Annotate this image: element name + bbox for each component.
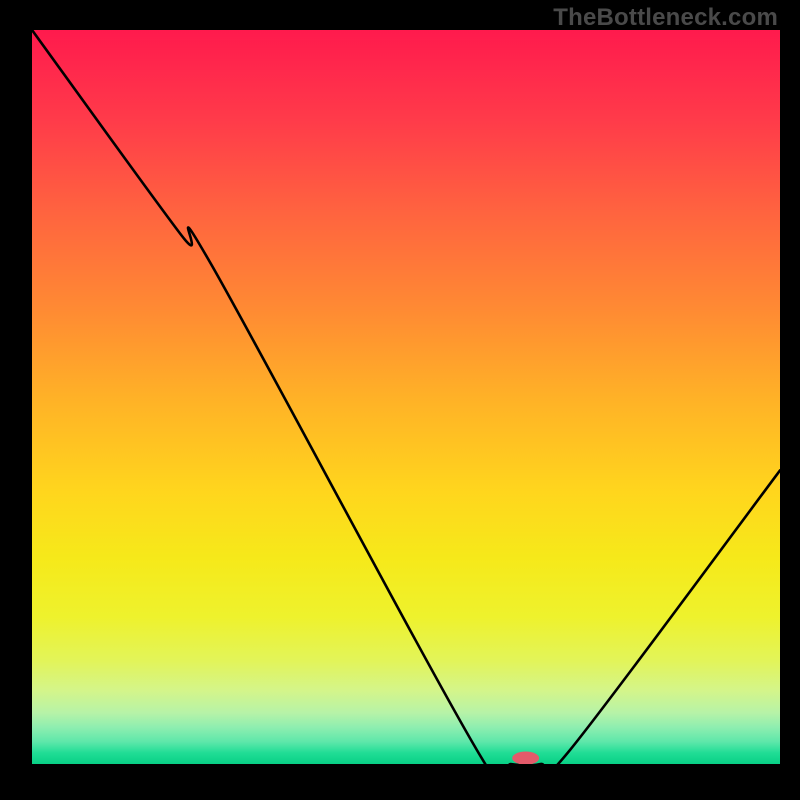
bottleneck-chart: TheBottleneck.com [0,0,800,800]
watermark-text: TheBottleneck.com [553,4,778,32]
plot-area [32,30,780,764]
